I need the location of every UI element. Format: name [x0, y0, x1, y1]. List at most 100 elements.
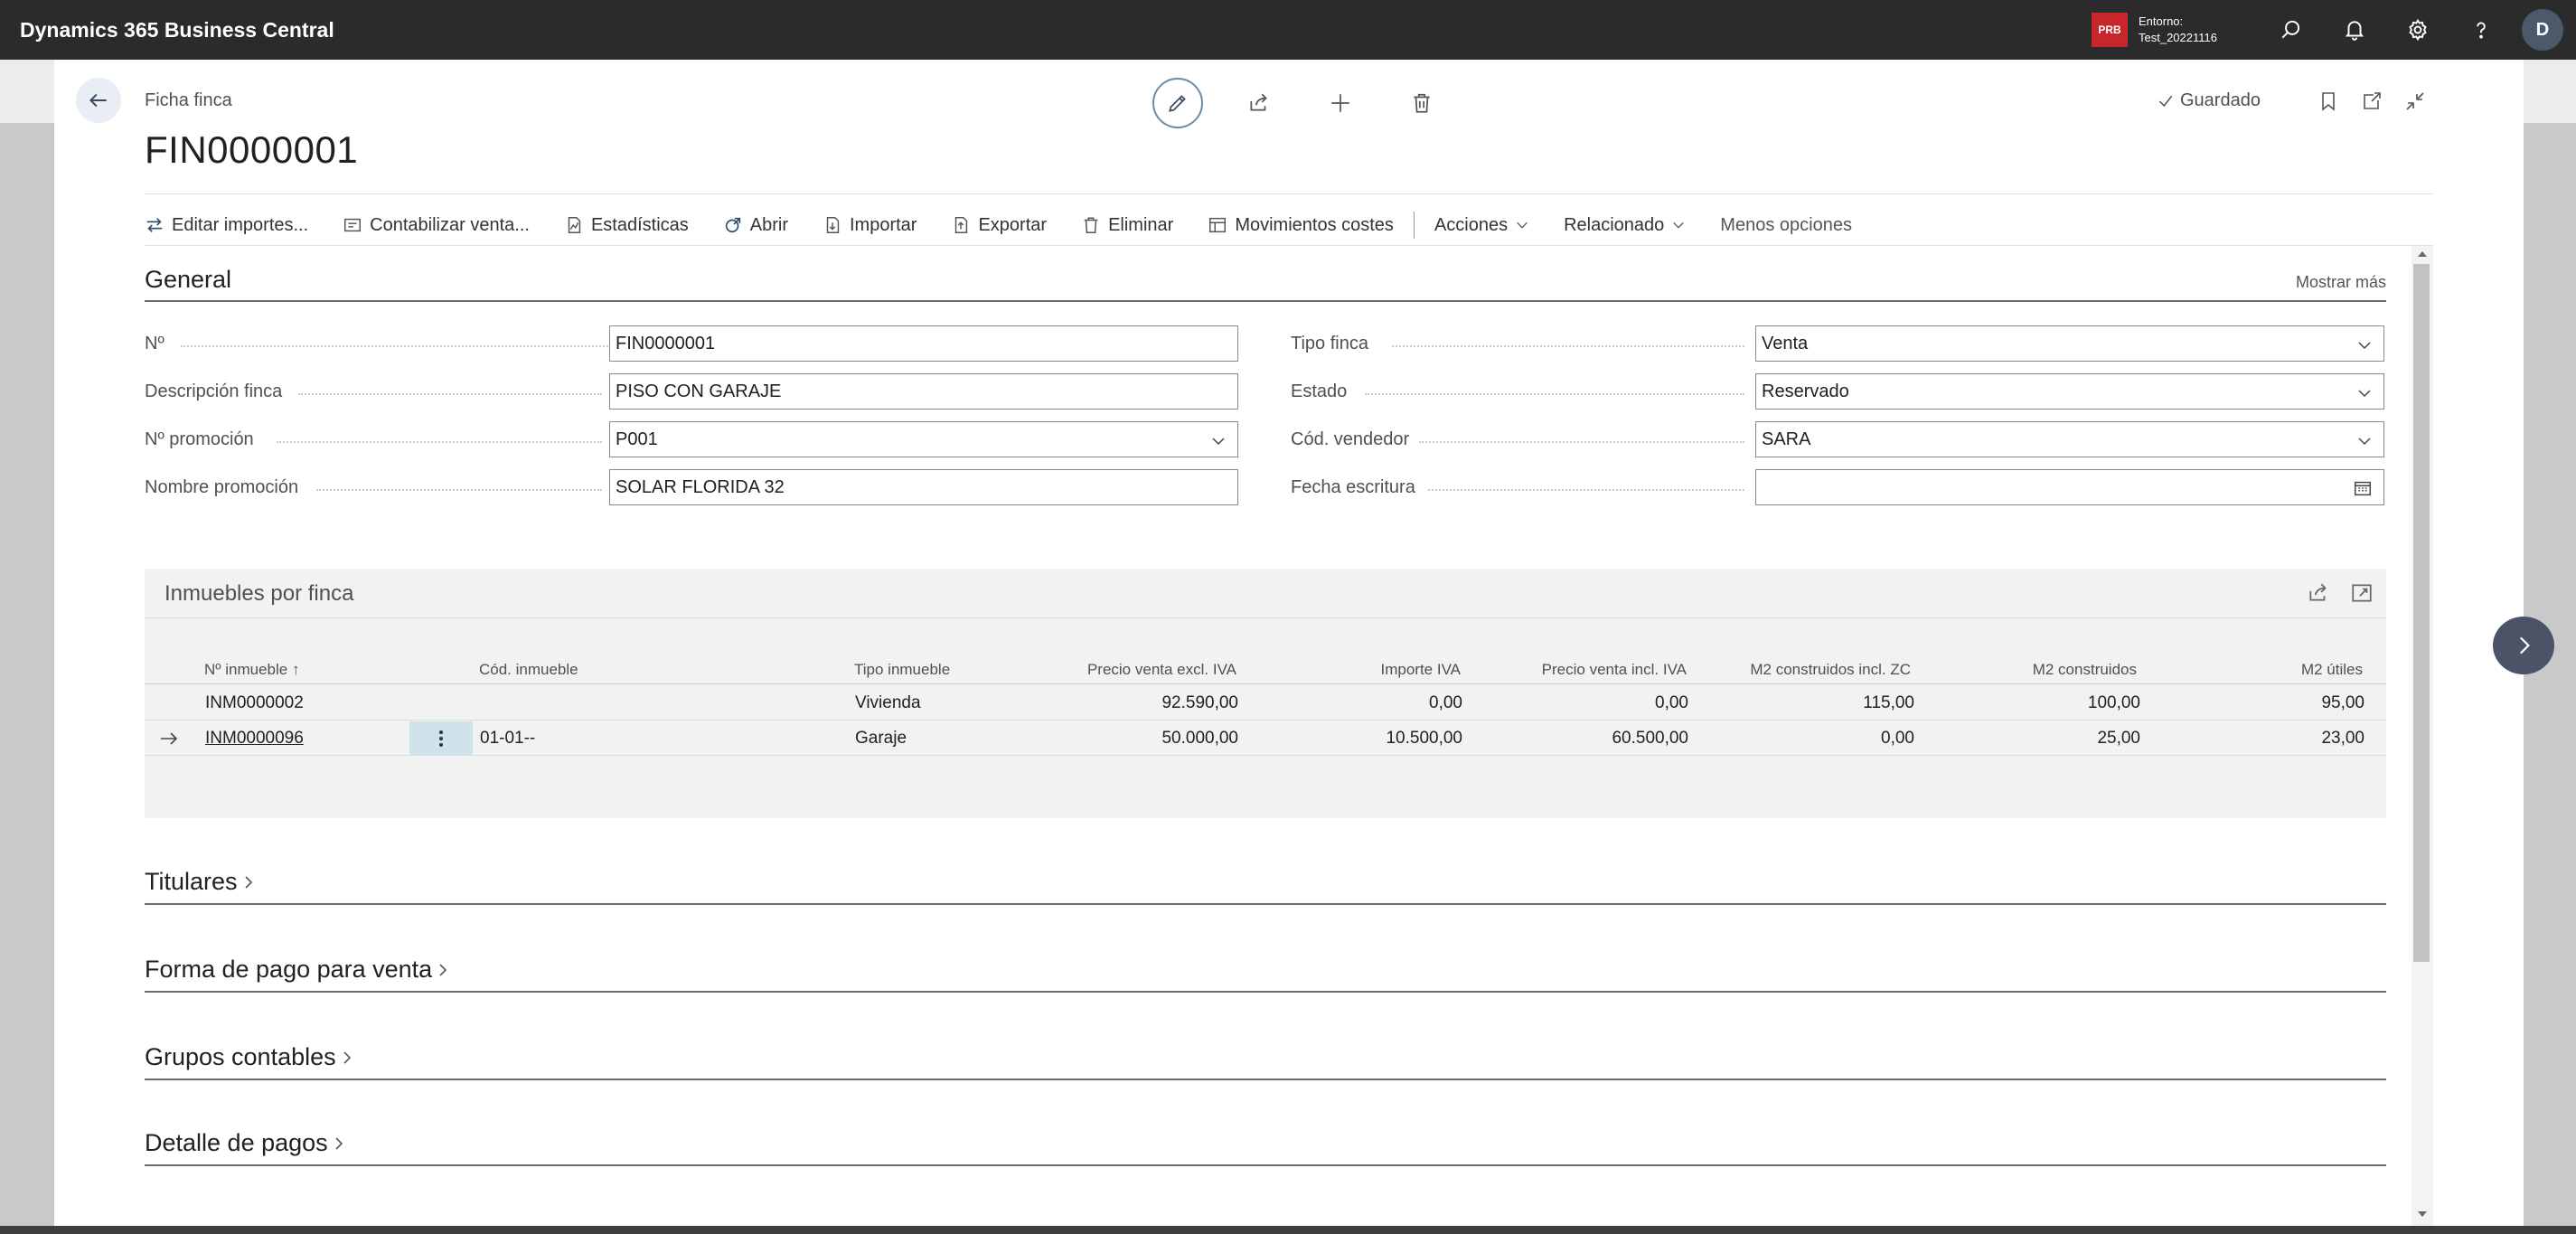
action-importar[interactable]: Importar — [823, 215, 917, 236]
cell-m2-utiles[interactable]: 95,00 — [2187, 693, 2364, 713]
tipo-finca-select[interactable]: Venta — [1755, 325, 2384, 362]
bookmark-button[interactable] — [2307, 83, 2350, 119]
column-header-no-inmueble[interactable]: Nº inmueble ↑ — [204, 661, 299, 679]
collapse-button[interactable] — [2393, 83, 2437, 119]
environment-badge[interactable]: PRB — [2092, 13, 2128, 47]
action-contabilizar-venta[interactable]: Contabilizar venta... — [343, 215, 530, 236]
edit-button[interactable] — [1137, 78, 1218, 128]
cell-m2-construidos[interactable]: 25,00 — [1952, 729, 2140, 749]
scroll-down-icon[interactable] — [2416, 1210, 2429, 1219]
cell-cod-inmueble[interactable]: 01-01-- — [480, 729, 535, 749]
column-header-m2-utiles[interactable]: M2 útiles — [2187, 661, 2363, 679]
expand-icon[interactable] — [2350, 581, 2374, 605]
environment-info[interactable]: Entorno: Test_20221116 — [2139, 14, 2238, 46]
cell-m2-zc[interactable]: 0,00 — [1699, 729, 1914, 749]
descripcion-input[interactable]: PISO CON GARAJE — [609, 373, 1238, 410]
cell-tipo-inmueble[interactable]: Vivienda — [855, 693, 921, 713]
menu-acciones[interactable]: Acciones — [1434, 215, 1529, 236]
checkmark-icon — [2158, 95, 2173, 107]
cell-importe-iva[interactable]: 10.500,00 — [1283, 729, 1462, 749]
action-label: Contabilizar venta... — [370, 214, 530, 235]
table-row[interactable]: INM0000002 Vivienda 92.590,00 0,00 0,00 … — [145, 686, 2386, 721]
cell-precio-incl[interactable]: 0,00 — [1482, 693, 1688, 713]
row-actions-button[interactable] — [409, 721, 473, 756]
chevron-down-icon[interactable] — [2356, 337, 2373, 353]
menu-relacionado[interactable]: Relacionado — [1564, 215, 1686, 236]
scroll-up-icon[interactable] — [2416, 250, 2429, 259]
estado-select[interactable]: Reservado — [1755, 373, 2384, 410]
next-record-button[interactable] — [2493, 617, 2554, 674]
column-header-m2-construidos[interactable]: M2 construidos — [1952, 661, 2137, 679]
field-estado: Estado — [1291, 373, 1347, 410]
cell-m2-utiles[interactable]: 23,00 — [2187, 729, 2364, 749]
field-vendedor: Cód. vendedor — [1291, 421, 1409, 457]
page-window-tools — [2307, 83, 2437, 119]
section-general-title[interactable]: General — [145, 266, 231, 294]
action-editar-importes[interactable]: Editar importes... — [145, 215, 308, 236]
field-label: Nombre promoción — [145, 476, 299, 497]
search-button[interactable] — [2260, 0, 2323, 60]
nombre-promocion-input[interactable]: SOLAR FLORIDA 32 — [609, 469, 1238, 505]
back-button[interactable] — [76, 78, 121, 123]
section-titulares[interactable]: Titulares — [145, 868, 256, 896]
fecha-escritura-input[interactable] — [1755, 469, 2384, 505]
column-header-importe-iva[interactable]: Importe IVA — [1283, 661, 1462, 679]
action-exportar[interactable]: Exportar — [951, 215, 1047, 236]
scrollbar-thumb[interactable] — [2413, 264, 2430, 962]
share-icon[interactable] — [2307, 581, 2330, 605]
section-forma-pago[interactable]: Forma de pago para venta — [145, 956, 450, 984]
field-dots — [1365, 393, 1744, 395]
action-estadisticas[interactable]: Estadísticas — [564, 215, 689, 236]
statistics-icon — [568, 217, 581, 233]
estado-value: Reservado — [1762, 381, 1849, 401]
column-header-m2-zc[interactable]: M2 construidos incl. ZC — [1699, 661, 1911, 679]
vendedor-select[interactable]: SARA — [1755, 421, 2384, 457]
field-dots — [277, 441, 602, 443]
share-icon — [1250, 93, 1267, 111]
notifications-button[interactable] — [2323, 0, 2386, 60]
cell-tipo-inmueble[interactable]: Garaje — [855, 729, 907, 749]
help-button[interactable] — [2449, 0, 2513, 60]
column-header-cod-inmueble[interactable]: Cód. inmueble — [479, 661, 578, 679]
chevron-down-icon[interactable] — [1210, 433, 1227, 449]
no-input[interactable]: FIN0000001 — [609, 325, 1238, 362]
column-header-precio-excl[interactable]: Precio venta excl. IVA — [1048, 661, 1236, 679]
cell-precio-excl[interactable]: 92.590,00 — [1048, 693, 1238, 713]
action-label: Importar — [850, 214, 917, 235]
page-caption: Ficha finca — [145, 90, 232, 110]
chevron-down-icon[interactable] — [2356, 433, 2373, 449]
section-label: Titulares — [145, 868, 238, 895]
cell-m2-zc[interactable]: 115,00 — [1699, 693, 1914, 713]
show-more-link[interactable]: Mostrar más — [2296, 273, 2386, 292]
app-title[interactable]: Dynamics 365 Business Central — [20, 18, 334, 42]
no-value: FIN0000001 — [616, 333, 716, 353]
share-button[interactable] — [1218, 78, 1300, 128]
cell-precio-excl[interactable]: 50.000,00 — [1048, 729, 1238, 749]
action-abrir[interactable]: Abrir — [723, 215, 788, 236]
promocion-input[interactable]: P001 — [609, 421, 1238, 457]
column-header-tipo-inmueble[interactable]: Tipo inmueble — [854, 661, 950, 679]
menu-menos-opciones[interactable]: Menos opciones — [1720, 215, 1852, 236]
delete-button[interactable] — [1381, 78, 1462, 128]
subpage-title[interactable]: Inmuebles por finca — [165, 581, 353, 607]
table-row-selected[interactable]: INM0000096 01-01-- Garaje 50.000,00 10.5… — [145, 721, 2386, 756]
cell-importe-iva[interactable]: 0,00 — [1283, 693, 1462, 713]
action-eliminar[interactable]: Eliminar — [1081, 215, 1173, 236]
open-new-window-button[interactable] — [2350, 83, 2393, 119]
user-avatar[interactable]: D — [2522, 9, 2563, 51]
cell-no-inmueble[interactable]: INM0000096 — [205, 729, 304, 749]
section-grupos-contables[interactable]: Grupos contables — [145, 1043, 354, 1071]
chevron-down-icon[interactable] — [2356, 385, 2373, 401]
cell-no-inmueble[interactable]: INM0000002 — [205, 693, 304, 713]
calendar-icon[interactable] — [2353, 478, 2373, 498]
settings-button[interactable] — [2386, 0, 2449, 60]
arrow-right-icon — [161, 732, 178, 745]
action-movimientos-costes[interactable]: Movimientos costes — [1208, 215, 1394, 236]
page-card: Ficha finca FIN0000001 Guardado Editar i… — [54, 60, 2524, 1226]
cell-precio-incl[interactable]: 60.500,00 — [1482, 729, 1688, 749]
section-detalle-pagos[interactable]: Detalle de pagos — [145, 1129, 346, 1157]
cell-m2-construidos[interactable]: 100,00 — [1952, 693, 2140, 713]
descripcion-value: PISO CON GARAJE — [616, 381, 782, 401]
new-button[interactable] — [1300, 78, 1381, 128]
column-header-precio-incl[interactable]: Precio venta incl. IVA — [1482, 661, 1687, 679]
